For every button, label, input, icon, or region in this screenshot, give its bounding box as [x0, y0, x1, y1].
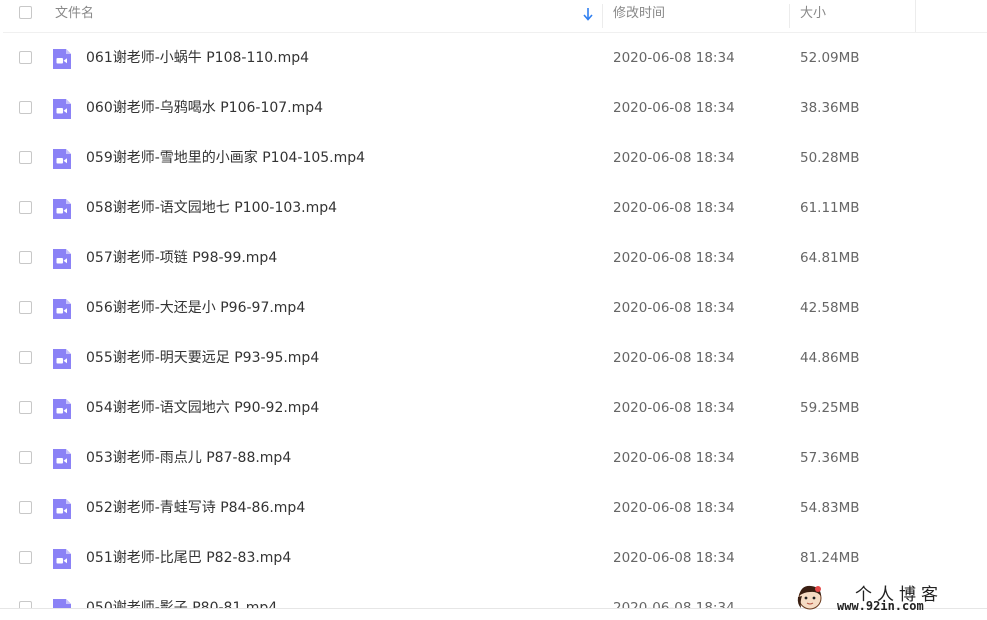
file-row[interactable]: 058谢老师-语文园地七 P100-103.mp4 2020-06-08 18:3…	[3, 183, 987, 233]
file-checkbox[interactable]	[19, 201, 32, 214]
file-modified-time: 2020-06-08 18:34	[613, 250, 735, 266]
video-file-icon	[53, 349, 71, 369]
file-row[interactable]: 059谢老师-雪地里的小画家 P104-105.mp4 2020-06-08 18…	[3, 133, 987, 183]
file-name[interactable]: 055谢老师-明天要远足 P93-95.mp4	[86, 333, 319, 383]
file-checkbox[interactable]	[19, 451, 32, 464]
file-modified-time: 2020-06-08 18:34	[613, 150, 735, 166]
file-size: 42.58MB	[800, 300, 860, 316]
file-name[interactable]: 052谢老师-青蛙写诗 P84-86.mp4	[86, 483, 305, 533]
watermark: 个人博客 www.92in.com	[795, 580, 985, 618]
file-checkbox[interactable]	[19, 151, 32, 164]
file-size: 44.86MB	[800, 350, 860, 366]
file-modified-time: 2020-06-08 18:34	[613, 200, 735, 216]
file-name[interactable]: 060谢老师-乌鸦喝水 P106-107.mp4	[86, 83, 323, 133]
file-row[interactable]: 053谢老师-雨点儿 P87-88.mp4 2020-06-08 18:34 57.…	[3, 433, 987, 483]
video-file-icon	[53, 299, 71, 319]
column-header-size[interactable]: 大小	[800, 0, 826, 32]
file-checkbox[interactable]	[19, 551, 32, 564]
file-row[interactable]: 061谢老师-小蜗牛 P108-110.mp4 2020-06-08 18:34 5…	[3, 33, 987, 83]
file-size: 54.83MB	[800, 500, 860, 516]
file-rows: 061谢老师-小蜗牛 P108-110.mp4 2020-06-08 18:34 5…	[3, 33, 987, 608]
file-name[interactable]: 050谢老师-影子 P80-81.mp4	[86, 583, 277, 608]
file-row[interactable]: 056谢老师-大还是小 P96-97.mp4 2020-06-08 18:34 42…	[3, 283, 987, 333]
file-size: 64.81MB	[800, 250, 860, 266]
video-file-icon	[53, 49, 71, 69]
file-name[interactable]: 057谢老师-项链 P98-99.mp4	[86, 233, 277, 283]
file-size: 57.36MB	[800, 450, 860, 466]
file-modified-time: 2020-06-08 18:34	[613, 400, 735, 416]
file-modified-time: 2020-06-08 18:34	[613, 300, 735, 316]
video-file-icon	[53, 149, 71, 169]
video-file-icon	[53, 549, 71, 569]
select-all-checkbox[interactable]	[19, 6, 32, 19]
file-size: 81.24MB	[800, 550, 860, 566]
file-modified-time: 2020-06-08 18:34	[613, 100, 735, 116]
file-checkbox[interactable]	[19, 301, 32, 314]
file-checkbox[interactable]	[19, 251, 32, 264]
file-name[interactable]: 059谢老师-雪地里的小画家 P104-105.mp4	[86, 133, 365, 183]
file-name[interactable]: 053谢老师-雨点儿 P87-88.mp4	[86, 433, 291, 483]
column-header-modified-time[interactable]: 修改时间	[613, 0, 665, 32]
file-row[interactable]: 052谢老师-青蛙写诗 P84-86.mp4 2020-06-08 18:34 54…	[3, 483, 987, 533]
column-divider[interactable]	[602, 4, 603, 28]
video-file-icon	[53, 99, 71, 119]
file-modified-time: 2020-06-08 18:34	[613, 600, 735, 608]
column-header-name[interactable]: 文件名	[55, 0, 600, 32]
file-row[interactable]: 055谢老师-明天要远足 P93-95.mp4 2020-06-08 18:34 4…	[3, 333, 987, 383]
file-size: 52.09MB	[800, 50, 860, 66]
column-divider[interactable]	[789, 4, 790, 28]
file-size: 50.28MB	[800, 150, 860, 166]
file-checkbox[interactable]	[19, 601, 32, 608]
file-checkbox[interactable]	[19, 101, 32, 114]
file-size: 61.11MB	[800, 200, 860, 216]
sort-down-arrow-icon[interactable]	[581, 6, 595, 22]
file-checkbox[interactable]	[19, 51, 32, 64]
file-row[interactable]: 051谢老师-比尾巴 P82-83.mp4 2020-06-08 18:34 81.…	[3, 533, 987, 583]
video-file-icon	[53, 449, 71, 469]
file-name[interactable]: 051谢老师-比尾巴 P82-83.mp4	[86, 533, 291, 583]
file-row[interactable]: 054谢老师-语文园地六 P90-92.mp4 2020-06-08 18:34 5…	[3, 383, 987, 433]
video-file-icon	[53, 399, 71, 419]
file-modified-time: 2020-06-08 18:34	[613, 350, 735, 366]
file-checkbox[interactable]	[19, 401, 32, 414]
file-name[interactable]: 054谢老师-语文园地六 P90-92.mp4	[86, 383, 319, 433]
file-row[interactable]: 057谢老师-项链 P98-99.mp4 2020-06-08 18:34 64.8…	[3, 233, 987, 283]
file-modified-time: 2020-06-08 18:34	[613, 450, 735, 466]
file-checkbox[interactable]	[19, 501, 32, 514]
file-name[interactable]: 058谢老师-语文园地七 P100-103.mp4	[86, 183, 337, 233]
file-size: 38.36MB	[800, 100, 860, 116]
file-list: 文件名 修改时间 大小 061谢老师-小蜗牛 P108-110.mp4 2020-…	[3, 0, 987, 608]
file-name[interactable]: 061谢老师-小蜗牛 P108-110.mp4	[86, 33, 309, 83]
file-list-header: 文件名 修改时间 大小	[3, 0, 987, 33]
cartoon-avatar-icon	[797, 585, 822, 610]
video-file-icon	[53, 499, 71, 519]
column-divider[interactable]	[915, 0, 916, 32]
file-row[interactable]: 060谢老师-乌鸦喝水 P106-107.mp4 2020-06-08 18:34…	[3, 83, 987, 133]
file-modified-time: 2020-06-08 18:34	[613, 550, 735, 566]
file-modified-time: 2020-06-08 18:34	[613, 500, 735, 516]
video-file-icon	[53, 249, 71, 269]
video-file-icon	[53, 199, 71, 219]
file-modified-time: 2020-06-08 18:34	[613, 50, 735, 66]
file-name[interactable]: 056谢老师-大还是小 P96-97.mp4	[86, 283, 305, 333]
file-checkbox[interactable]	[19, 351, 32, 364]
file-size: 59.25MB	[800, 400, 860, 416]
watermark-url: www.92in.com	[837, 599, 924, 613]
video-file-icon	[53, 599, 71, 608]
